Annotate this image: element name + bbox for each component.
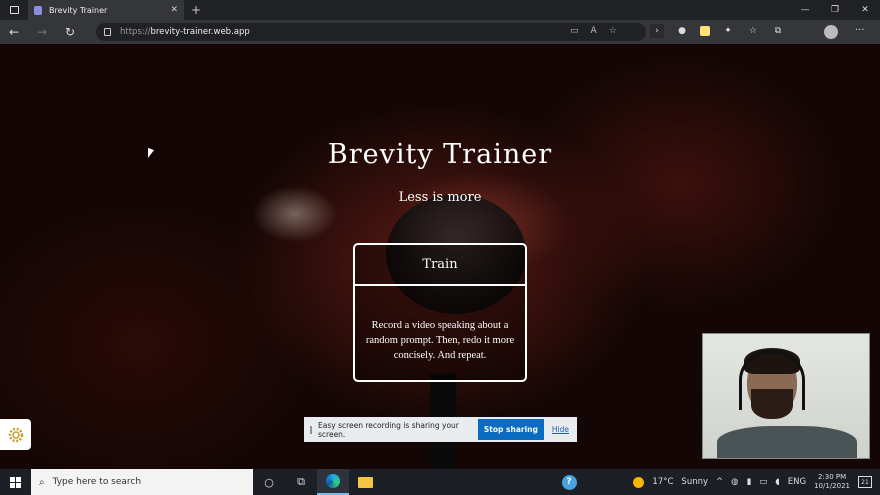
task-view-icon[interactable]: ⧉ <box>285 469 317 495</box>
battery-icon[interactable]: ▭ <box>759 477 767 487</box>
window-close-button[interactable]: ✕ <box>850 5 880 15</box>
weather-temperature[interactable]: 17°C <box>652 477 673 487</box>
network-icon[interactable]: ◍ <box>731 477 738 487</box>
browser-tab-bar: Brevity Trainer ✕ + — ❐ ✕ <box>0 0 880 20</box>
favorites-icon[interactable]: ☆ <box>746 24 760 38</box>
url-protocol: https:// <box>120 27 151 37</box>
back-arrow-icon[interactable]: ← <box>0 25 28 39</box>
folder-icon <box>357 476 373 488</box>
page-title: Brevity Trainer <box>327 139 553 170</box>
edge-icon <box>326 474 340 488</box>
tab-title: Brevity Trainer <box>49 5 108 15</box>
edge-taskbar-button[interactable] <box>317 469 349 495</box>
train-card-description: Record a video speaking about a random p… <box>365 320 515 361</box>
screen-share-banner: ‖ Easy screen recording is sharing your … <box>304 417 577 442</box>
file-explorer-button[interactable] <box>349 469 381 495</box>
collections-icon[interactable]: ⧉ <box>771 24 785 38</box>
help-button[interactable]: ? <box>553 469 585 495</box>
drag-handle-icon[interactable]: ‖ <box>304 425 318 434</box>
screen-share-message: Easy screen recording is sharing your sc… <box>318 420 459 439</box>
tab-actions-icon[interactable] <box>0 0 28 20</box>
refresh-icon[interactable]: ↻ <box>56 25 84 39</box>
search-placeholder: Type here to search <box>52 477 142 487</box>
system-clock[interactable]: 2:30 PM 10/1/2021 <box>814 473 850 491</box>
new-tab-button[interactable]: + <box>184 3 208 17</box>
settings-gear-button[interactable] <box>0 419 31 450</box>
windows-taskbar: ⌕ Type here to search ○ ⧉ ? 17°C Sunny ^… <box>0 469 880 495</box>
gear-icon <box>8 427 23 442</box>
extension-icon[interactable]: › <box>650 24 664 38</box>
notification-center-icon[interactable]: 21 <box>858 476 872 488</box>
restore-button[interactable]: ❐ <box>820 5 850 15</box>
sticky-note-icon[interactable] <box>700 26 710 36</box>
browser-tab[interactable]: Brevity Trainer ✕ <box>28 0 184 20</box>
webcam-overlay <box>702 333 870 459</box>
page-subtitle: Less is more <box>398 190 482 205</box>
volume-icon[interactable]: ◖ <box>775 477 779 487</box>
cortana-icon[interactable]: ○ <box>253 469 285 495</box>
help-icon: ? <box>561 474 577 490</box>
clock-date: 10/1/2021 <box>814 482 850 490</box>
extensions-puzzle-icon[interactable]: ✦ <box>721 24 735 38</box>
taskbar-search-box[interactable]: ⌕ Type here to search <box>31 469 253 495</box>
show-hidden-icons-chevron-icon[interactable]: ^ <box>716 477 723 487</box>
minimize-button[interactable]: — <box>790 5 820 15</box>
page-background: Brevity Trainer Less is more Train Recor… <box>0 44 880 469</box>
chrome-extension-icon[interactable]: ● <box>675 24 689 38</box>
forward-arrow-icon[interactable]: → <box>28 25 56 39</box>
search-icon: ⌕ <box>39 476 45 488</box>
more-options-icon[interactable]: ··· <box>855 25 865 36</box>
train-card-title[interactable]: Train <box>355 245 525 286</box>
camera-icon[interactable]: ▭ <box>570 26 579 36</box>
stop-sharing-button[interactable]: Stop sharing <box>477 419 544 440</box>
read-aloud-icon[interactable]: A <box>591 26 597 36</box>
train-card[interactable]: Train Record a video speaking about a ra… <box>353 243 527 382</box>
address-bar[interactable]: https:// brevity-trainer.web.app <box>96 23 646 41</box>
url-host: brevity-trainer.web.app <box>150 27 250 37</box>
hide-banner-link[interactable]: Hide <box>552 425 569 434</box>
tab-close-icon[interactable]: ✕ <box>170 5 178 15</box>
site-favicon-icon <box>34 5 42 15</box>
lock-icon <box>104 28 111 36</box>
browser-toolbar: ← → ↻ https:// brevity-trainer.web.app ▭… <box>0 20 880 44</box>
start-button[interactable] <box>0 476 31 488</box>
profile-avatar[interactable] <box>824 25 838 39</box>
favorite-star-icon[interactable]: ☆ <box>609 26 617 36</box>
weather-sun-icon <box>633 476 645 488</box>
clock-time: 2:30 PM <box>817 473 847 481</box>
language-indicator[interactable]: ENG <box>788 477 806 487</box>
weather-description[interactable]: Sunny <box>681 477 708 487</box>
microphone-icon[interactable]: ▮ <box>747 477 752 487</box>
windows-logo-icon <box>10 476 21 488</box>
